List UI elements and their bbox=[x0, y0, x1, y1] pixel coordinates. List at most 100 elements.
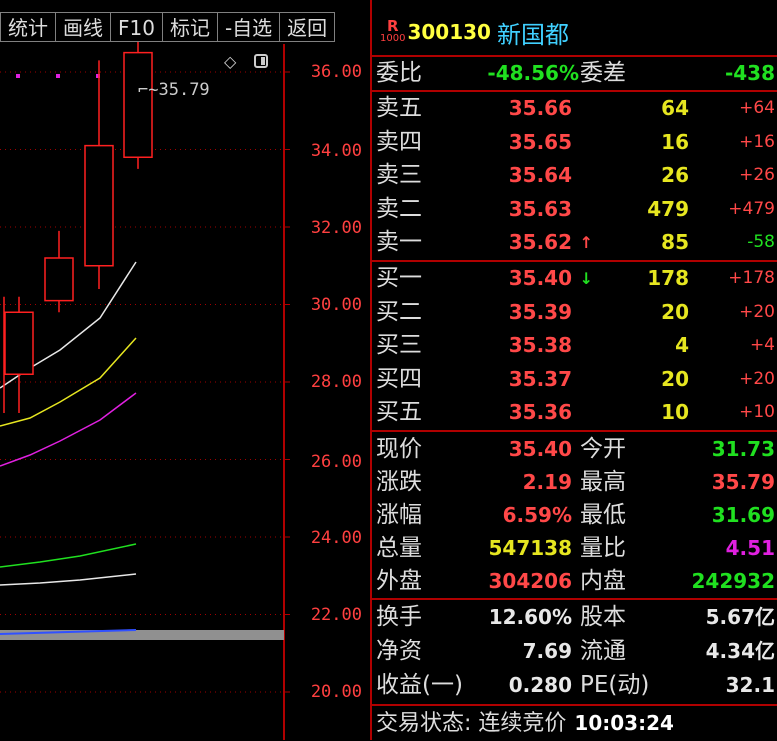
stock-code: 300130 bbox=[407, 20, 491, 44]
bid-price: 35.36 bbox=[508, 400, 572, 424]
quote-value: 31.73 bbox=[711, 437, 775, 461]
bid-row[interactable]: 买一 35.40 178 +178 ↓ bbox=[372, 262, 777, 295]
ask-price: 35.63 bbox=[508, 196, 572, 221]
chart-toolbar: 统计 画线 F10 标记 -自选 返回 bbox=[0, 12, 336, 44]
ma-line bbox=[0, 392, 137, 467]
bid-change: +20 bbox=[739, 301, 775, 322]
band bbox=[0, 630, 284, 640]
peak-marker-icon: ⌐~ bbox=[138, 80, 159, 100]
ask-label: 卖二 bbox=[376, 195, 422, 222]
price-axis-label: 22.00 bbox=[310, 605, 362, 625]
stats-button[interactable]: 统计 bbox=[0, 12, 56, 42]
bid-price: 35.39 bbox=[508, 299, 572, 324]
back-button[interactable]: 返回 bbox=[280, 12, 336, 42]
bid-volume: 178 bbox=[647, 266, 689, 290]
bid-volume: 20 bbox=[661, 299, 689, 324]
bid-label: 买一 bbox=[376, 265, 422, 291]
mark-button[interactable]: 标记 bbox=[162, 12, 218, 42]
quote-value: 304206 bbox=[488, 569, 573, 593]
quote-row: 涨跌 2.19 最高 35.79 bbox=[372, 466, 777, 499]
bid-change: +4 bbox=[749, 335, 775, 355]
ask-change: +479 bbox=[728, 198, 775, 219]
weibi-row: 委比 -48.56% 委差 -438 bbox=[372, 57, 777, 90]
bid-row[interactable]: 买五 35.36 10 +10 bbox=[372, 396, 777, 429]
bid-label: 买四 bbox=[376, 365, 422, 392]
ask-price: 35.66 bbox=[508, 96, 572, 120]
price-axis-label: 24.00 bbox=[310, 528, 362, 548]
weicha-value: -438 bbox=[724, 61, 775, 85]
ask-row[interactable]: 卖三 35.64 26 +26 bbox=[372, 159, 777, 192]
ask-label: 卖三 bbox=[376, 162, 422, 188]
bid-change: +20 bbox=[739, 368, 775, 389]
ask-volume: 479 bbox=[647, 196, 689, 221]
quote-value: 35.40 bbox=[508, 437, 572, 461]
draw-line-button[interactable]: 画线 bbox=[56, 12, 111, 42]
price-axis-label: 32.00 bbox=[310, 218, 362, 238]
quote-value: 547138 bbox=[488, 536, 573, 560]
price-axis-label: 28.00 bbox=[310, 372, 362, 392]
price-axis-label: 36.00 bbox=[310, 62, 362, 82]
finance-value: 0.280 bbox=[508, 673, 572, 697]
finance-value: 12.60% bbox=[488, 605, 572, 629]
ask-change: +64 bbox=[739, 98, 775, 118]
price-axis-label: 26.00 bbox=[310, 452, 362, 472]
diamond-icon[interactable]: ◇ bbox=[224, 52, 236, 72]
rights-badge: R 1000 bbox=[380, 17, 406, 45]
bid-price: 35.38 bbox=[508, 333, 572, 357]
ask-change: +26 bbox=[739, 165, 775, 185]
finance-value: 4.34亿 bbox=[705, 639, 775, 663]
window-toggle-icon[interactable] bbox=[254, 54, 268, 68]
bid-label: 买三 bbox=[376, 332, 422, 358]
finance-row: 换手 12.60% 股本 5.67亿 bbox=[372, 601, 777, 634]
quote-value: 4.51 bbox=[725, 536, 775, 560]
divider bbox=[372, 598, 777, 600]
ask-change: +16 bbox=[739, 131, 775, 152]
ask-price: 35.65 bbox=[508, 129, 572, 154]
bid-price: 35.40 bbox=[508, 266, 572, 290]
up-arrow-icon: ↑ bbox=[579, 233, 593, 252]
finance-row: 收益(一) 0.280 PE(动) 32.1 bbox=[372, 669, 777, 702]
ask-price: 35.62 bbox=[508, 230, 572, 254]
quote-value: 242932 bbox=[691, 569, 776, 593]
finance-value: 7.69 bbox=[522, 639, 572, 663]
bid-row[interactable]: 买四 35.37 20 +20 bbox=[372, 363, 777, 396]
finance-value: 32.1 bbox=[725, 673, 775, 697]
indicator-dot bbox=[16, 74, 20, 78]
remove-watchlist-button[interactable]: -自选 bbox=[217, 12, 281, 42]
ask-row[interactable]: 卖四 35.65 16 +16 bbox=[372, 126, 777, 159]
ask-row[interactable]: 卖一 35.62 85 -58 ↑ bbox=[372, 226, 777, 259]
ask-volume: 64 bbox=[661, 96, 689, 120]
finance-value: 5.67亿 bbox=[705, 605, 775, 629]
candle-body bbox=[84, 144, 114, 267]
price-axis-label: 30.00 bbox=[310, 295, 362, 315]
price-axis-label: 34.00 bbox=[310, 141, 362, 161]
divider bbox=[372, 430, 777, 432]
indicator-dot bbox=[56, 74, 60, 78]
kline-chart[interactable] bbox=[0, 0, 370, 740]
quote-panel: R 1000 300130 新国都 委比 -48.56% 委差 -438 卖五 3… bbox=[370, 0, 777, 740]
bid-row[interactable]: 买三 35.38 4 +4 bbox=[372, 329, 777, 362]
candle-body bbox=[123, 51, 153, 158]
ask-price: 35.64 bbox=[508, 163, 572, 187]
ask-label: 卖一 bbox=[376, 229, 422, 255]
quote-value: 2.19 bbox=[522, 470, 572, 494]
ask-row[interactable]: 卖五 35.66 64 +64 bbox=[372, 92, 777, 125]
ask-label: 卖四 bbox=[376, 128, 422, 155]
f10-button[interactable]: F10 bbox=[111, 12, 163, 42]
bid-volume: 4 bbox=[675, 333, 689, 357]
bid-price: 35.37 bbox=[508, 366, 572, 391]
bid-volume: 20 bbox=[661, 366, 689, 391]
bid-change: +10 bbox=[739, 402, 775, 422]
ask-change: -58 bbox=[747, 232, 775, 252]
bid-change: +178 bbox=[728, 268, 775, 288]
ask-row[interactable]: 卖二 35.63 479 +479 bbox=[372, 193, 777, 226]
price-axis-label: 20.00 bbox=[310, 682, 362, 702]
peak-price-label: ⌐~35.79 bbox=[138, 80, 210, 100]
candle-body bbox=[4, 311, 34, 375]
ask-volume: 26 bbox=[661, 163, 689, 187]
ask-label: 卖五 bbox=[376, 95, 422, 121]
candle-body bbox=[44, 257, 74, 302]
down-arrow-icon: ↓ bbox=[579, 269, 593, 288]
bid-row[interactable]: 买二 35.39 20 +20 bbox=[372, 296, 777, 329]
quote-value: 31.69 bbox=[711, 503, 775, 527]
